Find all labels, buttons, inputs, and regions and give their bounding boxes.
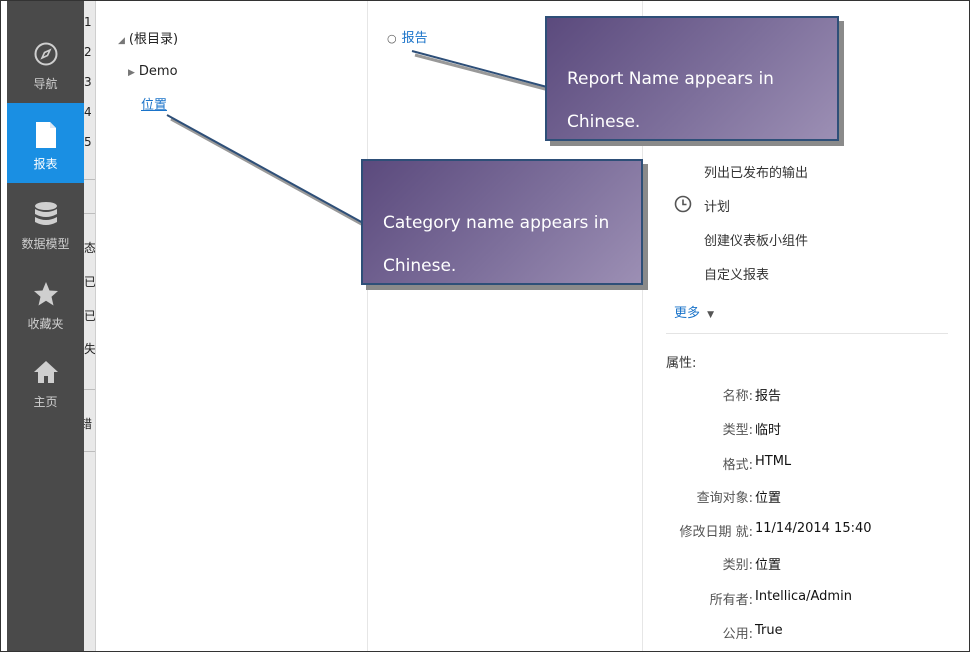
callout-text-line: Chinese. <box>383 256 457 276</box>
background-list-strip: 1 2 3 4 5 态 已 已 失 错 <box>84 1 96 651</box>
collapsed-caret-icon[interactable]: ▶ <box>128 68 135 78</box>
property-key: 所有者: <box>709 593 753 608</box>
property-value: 11/14/2014 15:40 <box>755 521 872 536</box>
nav-item-favorites[interactable]: 收藏夹 <box>7 263 84 343</box>
nav-item-home[interactable]: 主页 <box>7 341 84 421</box>
annotation-callout-report-name: Report Name appears in Chinese. <box>545 16 839 141</box>
nav-item-navigation[interactable]: 导航 <box>7 23 84 103</box>
callout-text-line: Category name appears in <box>383 213 610 233</box>
nav-label-favorites: 收藏夹 <box>27 317 64 331</box>
nav-label-navigation: 导航 <box>33 77 58 91</box>
action-list-published-output[interactable]: 列出已发布的输出 <box>704 162 808 181</box>
strip-number: 3 <box>84 75 92 89</box>
strip-number: 4 <box>84 105 92 119</box>
strip-divider <box>84 179 95 180</box>
strip-fragment: 已 <box>84 309 96 323</box>
nav-item-data-model[interactable]: 数据模型 <box>7 183 84 263</box>
tree-root-node[interactable]: ◢ (根目录) <box>118 28 178 47</box>
tree-node-category-link[interactable]: 位置 <box>141 94 167 113</box>
nav-label-reports: 报表 <box>33 157 58 171</box>
strip-number: 2 <box>84 45 92 59</box>
expanded-caret-icon[interactable]: ◢ <box>118 36 125 46</box>
left-sidebar: 导航 报表 数据模型 收藏夹 主页 <box>7 1 84 651</box>
property-key: 公用: <box>722 627 753 642</box>
property-value: 临时 <box>755 423 782 438</box>
app-window: 导航 报表 数据模型 收藏夹 主页 1 2 3 4 5 态 已 已 失 ◢ (根… <box>0 0 970 652</box>
callout-text-line: Report Name appears in <box>567 69 774 89</box>
strip-number: 5 <box>84 135 92 149</box>
nav-label-data-model: 数据模型 <box>21 237 70 251</box>
report-list-item[interactable]: ○ 报告 <box>387 27 428 46</box>
database-icon <box>35 202 57 225</box>
document-icon <box>36 122 56 148</box>
strip-fragment: 失 <box>84 342 96 356</box>
property-key: 类别: <box>722 558 753 573</box>
more-label: 更多 <box>674 306 701 321</box>
clock-icon <box>674 195 692 213</box>
properties-heading: 属性: <box>666 356 697 371</box>
dropdown-caret-icon: ▼ <box>707 310 715 320</box>
property-value: True <box>755 623 783 638</box>
section-divider <box>666 333 948 334</box>
compass-icon <box>34 42 58 66</box>
strip-divider <box>84 451 95 452</box>
report-name-link[interactable]: 报告 <box>402 31 428 46</box>
radio-circle-icon: ○ <box>387 32 397 45</box>
nav-label-home: 主页 <box>33 395 58 409</box>
property-value: 位置 <box>755 491 782 506</box>
tree-node-demo[interactable]: ▶ Demo <box>128 64 178 79</box>
strip-divider <box>84 389 95 390</box>
property-value: Intellica/Admin <box>755 589 852 604</box>
property-key: 格式: <box>722 458 753 473</box>
nav-item-reports[interactable]: 报表 <box>7 103 84 183</box>
property-key: 修改日期 就: <box>679 525 753 540</box>
strip-fragment: 态 <box>84 241 96 255</box>
property-value: 位置 <box>755 558 782 573</box>
star-icon <box>34 282 58 306</box>
property-value: HTML <box>755 454 792 469</box>
tree-root-label: (根目录) <box>128 32 179 47</box>
home-icon <box>34 361 58 383</box>
property-value: 报告 <box>755 389 782 404</box>
property-key: 类型: <box>722 423 753 438</box>
callout-text-line: Chinese. <box>567 112 641 132</box>
strip-fragment: 已 <box>84 275 96 289</box>
property-key: 查询对象: <box>696 491 753 506</box>
annotation-callout-category-name: Category name appears in Chinese. <box>361 159 643 285</box>
action-schedule[interactable]: 计划 <box>704 196 730 215</box>
strip-number: 1 <box>84 15 92 29</box>
strip-divider <box>84 213 95 214</box>
tree-node-demo-label: Demo <box>138 64 178 79</box>
more-menu-button[interactable]: 更多 ▼ <box>674 302 714 321</box>
property-key: 名称: <box>722 389 753 404</box>
action-create-dashboard-widget[interactable]: 创建仪表板小组件 <box>704 230 808 249</box>
action-customize-report[interactable]: 自定义报表 <box>704 264 769 283</box>
category-tree-panel: ◢ (根目录) ▶ Demo 位置 <box>96 1 368 651</box>
strip-fragment: 错 <box>84 415 92 432</box>
